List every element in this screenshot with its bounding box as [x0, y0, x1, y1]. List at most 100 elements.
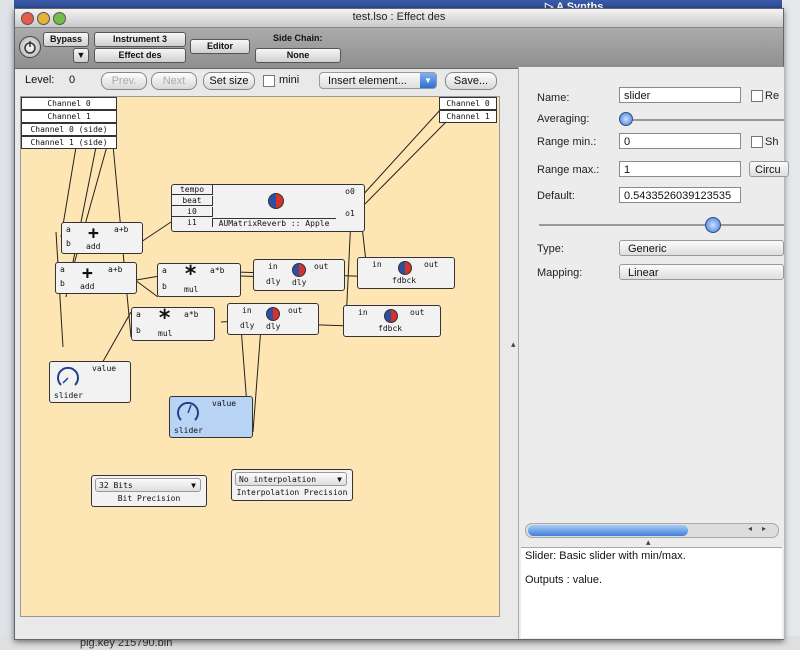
port-a[interactable]: a: [136, 310, 141, 319]
knob-icon[interactable]: [56, 366, 80, 390]
input-channel[interactable]: Channel 0: [21, 97, 117, 110]
port-dly[interactable]: dly: [266, 277, 280, 286]
power-icon[interactable]: [19, 36, 41, 58]
port-a[interactable]: a: [60, 265, 65, 274]
knob-icon[interactable]: [176, 401, 200, 425]
type-label: Type:: [537, 243, 564, 255]
audio-unit-icon: [266, 307, 280, 321]
dropdown-arrow-icon: ▼: [420, 73, 436, 88]
node-name: mul: [158, 329, 173, 338]
delay-node[interactable]: in dly out dly: [227, 303, 319, 335]
port-out[interactable]: out: [424, 260, 438, 269]
port-out[interactable]: value: [212, 399, 236, 408]
range-min-field[interactable]: 0: [619, 133, 741, 149]
input-channel[interactable]: Channel 0 (side): [21, 123, 117, 136]
prev-button[interactable]: Prev.: [101, 72, 147, 90]
type-select[interactable]: Generic: [619, 240, 784, 256]
reverb-port-i0[interactable]: i0: [172, 207, 213, 217]
slider-node-selected[interactable]: value slider: [169, 396, 253, 438]
feedback-node[interactable]: in out fdbck: [357, 257, 455, 289]
add-node[interactable]: a b + a+b add: [61, 222, 143, 254]
input-channel[interactable]: Channel 1: [21, 110, 117, 123]
scroll-right-icon[interactable]: ▸: [762, 524, 766, 533]
port-dly[interactable]: dly: [240, 321, 254, 330]
port-out[interactable]: out: [314, 262, 328, 271]
window-titlebar[interactable]: test.lso : Effect des: [15, 9, 783, 28]
reverb-port-o0[interactable]: o0: [337, 187, 363, 196]
port-a[interactable]: a: [162, 266, 167, 275]
bypass-button[interactable]: Bypass: [43, 32, 89, 47]
insert-element-dropdown[interactable]: Insert element... ▼: [319, 72, 437, 89]
save-button[interactable]: Save...: [445, 72, 497, 90]
inspector-scrollbar[interactable]: ◂ ▸: [525, 523, 779, 538]
port-out[interactable]: a+b: [108, 265, 122, 274]
add-node[interactable]: a b + a+b add: [55, 262, 137, 294]
range-max-field[interactable]: 1: [619, 161, 741, 177]
output-channel[interactable]: Channel 0: [439, 97, 497, 110]
feedback-node[interactable]: in out fdbck: [343, 305, 441, 337]
averaging-track[interactable]: [619, 119, 784, 121]
port-a[interactable]: a: [66, 225, 71, 234]
effect-button[interactable]: Effect des: [94, 48, 186, 63]
port-in[interactable]: in: [358, 308, 368, 317]
node-name: slider: [54, 391, 83, 400]
reverb-node[interactable]: tempo beat i0 i1 o0 o1 AUMatrixReverb ::…: [171, 184, 365, 232]
scroll-left-icon[interactable]: ◂: [748, 524, 752, 533]
port-b[interactable]: b: [60, 279, 65, 288]
description-box: Slider: Basic slider with min/max. Outpu…: [521, 547, 782, 638]
port-b[interactable]: b: [136, 326, 141, 335]
default-slider-thumb[interactable]: [704, 217, 721, 233]
port-out[interactable]: out: [288, 306, 302, 315]
interpolation-select[interactable]: No interpolation ▼: [235, 472, 347, 486]
input-channel[interactable]: Channel 1 (side): [21, 136, 117, 149]
reverb-port-beat[interactable]: beat: [172, 196, 213, 206]
port-b[interactable]: b: [66, 239, 71, 248]
node-name: add: [86, 242, 101, 251]
re-checkbox[interactable]: [751, 90, 763, 102]
default-field[interactable]: 0.5433526039123535: [619, 187, 741, 203]
node-name: mul: [184, 285, 199, 294]
level-value: 0: [69, 74, 76, 86]
port-in[interactable]: in: [372, 260, 382, 269]
reverb-port-tempo[interactable]: tempo: [172, 185, 213, 195]
interpolation-node[interactable]: No interpolation ▼ Interpolation Precisi…: [231, 469, 353, 501]
mul-node[interactable]: a b * a*b mul: [131, 306, 215, 341]
mapping-select[interactable]: Linear: [619, 264, 784, 280]
mini-checkbox[interactable]: [263, 75, 275, 87]
node-name: fdbck: [378, 324, 403, 333]
port-out[interactable]: out: [410, 308, 424, 317]
circular-button[interactable]: Circu: [749, 161, 789, 177]
patch-canvas[interactable]: Channel 0 Channel 1 Channel 0 (side) Cha…: [20, 96, 500, 617]
reverb-port-o1[interactable]: o1: [337, 209, 363, 218]
name-field[interactable]: slider: [619, 87, 741, 103]
port-out[interactable]: a+b: [114, 225, 128, 234]
averaging-label: Averaging:: [537, 113, 590, 125]
node-name: dly: [292, 278, 307, 287]
plugin-toolbar: Bypass ▼ Instrument 3 Effect des Editor …: [15, 28, 783, 69]
port-in[interactable]: in: [242, 306, 252, 315]
port-out[interactable]: value: [92, 364, 116, 373]
delay-node[interactable]: in dly out dly: [253, 259, 345, 291]
sh-checkbox[interactable]: [751, 136, 763, 148]
instrument-button[interactable]: Instrument 3: [94, 32, 186, 47]
default-slider-track[interactable]: [539, 224, 784, 226]
port-out[interactable]: a*b: [210, 266, 224, 275]
bit-precision-node[interactable]: 32 Bits ▼ Bit Precision: [91, 475, 207, 507]
output-channel[interactable]: Channel 1: [439, 110, 497, 123]
splitter-arrow-icon[interactable]: ▴: [511, 339, 516, 350]
scrollbar-thumb[interactable]: [528, 525, 688, 536]
slider-node[interactable]: value slider: [49, 361, 131, 403]
port-out[interactable]: a*b: [184, 310, 198, 319]
editor-button[interactable]: Editor: [190, 39, 250, 54]
audio-unit-icon: [268, 193, 284, 209]
averaging-slider-thumb[interactable]: [619, 112, 633, 126]
port-b[interactable]: b: [162, 282, 167, 291]
port-in[interactable]: in: [268, 262, 278, 271]
set-size-button[interactable]: Set size: [203, 72, 255, 90]
bypass-menu-button[interactable]: ▼: [73, 48, 89, 63]
next-button[interactable]: Next: [151, 72, 197, 90]
mul-node[interactable]: a b * a*b mul: [157, 262, 241, 297]
bit-precision-select[interactable]: 32 Bits ▼: [95, 478, 201, 492]
reverb-port-i1[interactable]: i1: [172, 218, 213, 227]
side-chain-button[interactable]: None: [255, 48, 341, 63]
